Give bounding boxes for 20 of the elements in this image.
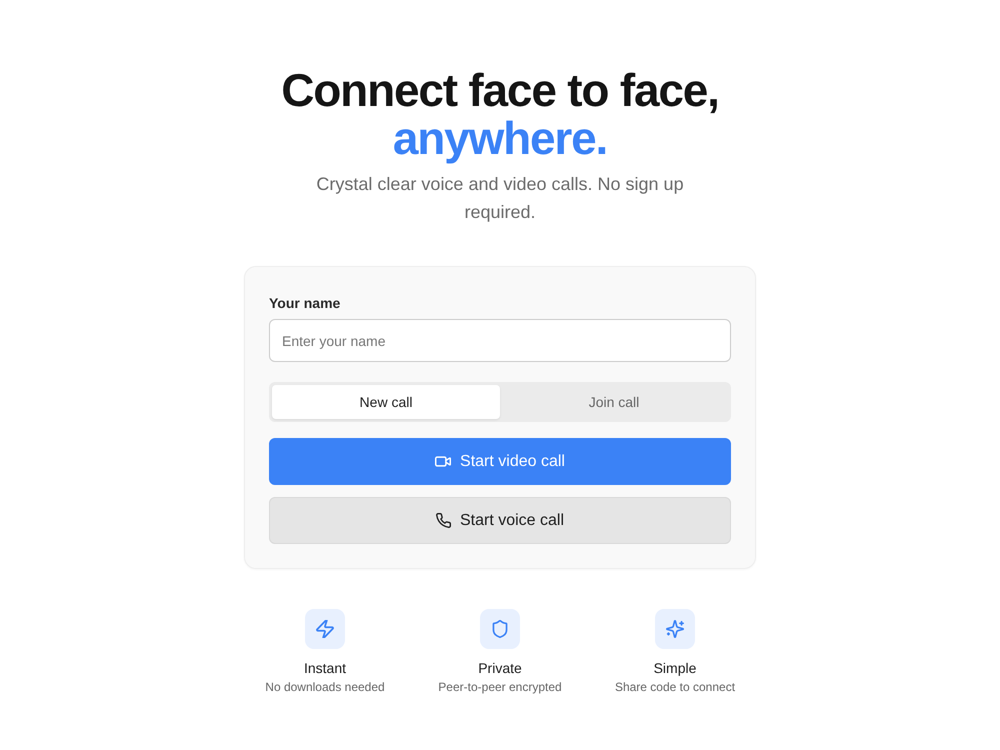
field-label: Your name [269,295,342,311]
call-mode-tab[interactable]: New call [272,385,500,419]
start-voice-call-button[interactable]: Start voice call [269,497,731,544]
name-input[interactable]: Enter your name [269,319,731,362]
lightning-icon [305,609,345,649]
subtitle: Crystal clear voice and video calls. No sign up required. [315,173,685,224]
call-mode-tab[interactable]: Join call [500,385,728,419]
feature-title: Instant [304,659,346,677]
sparkle-icon [655,609,695,649]
feature-description: No downloads needed [265,679,385,695]
feature-title: Simple [654,659,696,677]
headline: Connect face to face, [281,66,719,114]
feature-description: Peer-to-peer encrypted [438,679,562,695]
feature-description: Share code to connect [614,679,736,695]
start-video-call-button[interactable]: Start video call [269,438,731,485]
phone-icon [436,513,451,528]
headline-accent: anywhere. [392,114,608,162]
video-camera-icon [435,456,452,467]
feature-title: Private [478,659,522,677]
shield-icon [480,609,520,649]
